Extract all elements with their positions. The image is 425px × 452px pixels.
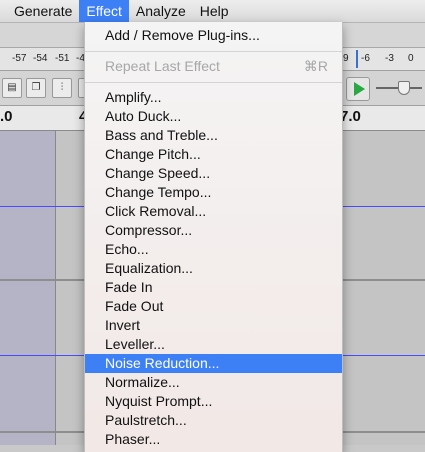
play-icon (354, 82, 365, 96)
menu-item-auto-duck[interactable]: Auto Duck... (85, 107, 342, 126)
paste-icon[interactable]: ▤ (2, 78, 22, 98)
meter-tick: 0 (408, 53, 414, 64)
ruler-label: .0 (0, 108, 13, 125)
menu-item-leveller[interactable]: Leveller... (85, 335, 342, 354)
play-button[interactable] (346, 77, 370, 101)
meter-tick: -54 (33, 53, 48, 64)
menu-item-fade-out[interactable]: Fade Out (85, 297, 342, 316)
copy-icon[interactable]: ❐ (26, 78, 46, 98)
ruler-label: 7.0 (340, 108, 361, 125)
menu-item-normalize[interactable]: Normalize... (85, 373, 342, 392)
meter-tick: 9 (343, 53, 349, 64)
menu-item-change-tempo[interactable]: Change Tempo... (85, 183, 342, 202)
track-control-panel[interactable] (0, 131, 56, 445)
meter-tick: -51 (55, 53, 70, 64)
menu-item-bass-and-treble[interactable]: Bass and Treble... (85, 126, 342, 145)
menu-item-fade-in[interactable]: Fade In (85, 278, 342, 297)
menu-item-add-remove-plugins[interactable]: Add / Remove Plug-ins... (85, 26, 342, 45)
menu-divider (85, 51, 342, 52)
menu-item-equalization[interactable]: Equalization... (85, 259, 342, 278)
menu-item-label: Add / Remove Plug-ins... (105, 27, 260, 43)
menu-effect[interactable]: Effect (79, 0, 129, 22)
menu-item-amplify[interactable]: Amplify... (85, 88, 342, 107)
menu-divider (85, 82, 342, 83)
menu-bar: Generate Effect Analyze Help (0, 0, 425, 23)
menu-generate[interactable]: Generate (0, 0, 79, 22)
menu-item-click-removal[interactable]: Click Removal... (85, 202, 342, 221)
menu-item-label: Repeat Last Effect (105, 58, 220, 74)
menu-item-change-pitch[interactable]: Change Pitch... (85, 145, 342, 164)
menu-item-change-speed[interactable]: Change Speed... (85, 164, 342, 183)
menu-item-noise-reduction[interactable]: Noise Reduction... (85, 354, 342, 373)
meter-tick: -3 (385, 53, 394, 64)
menu-item-nyquist-prompt[interactable]: Nyquist Prompt... (85, 392, 342, 411)
meter-cursor (356, 50, 358, 68)
menu-analyze[interactable]: Analyze (129, 0, 193, 22)
menu-help[interactable]: Help (193, 0, 236, 22)
menu-item-paulstretch[interactable]: Paulstretch... (85, 411, 342, 430)
trim-icon[interactable]: ⫶ (52, 78, 72, 98)
effect-menu: Add / Remove Plug-ins... Repeat Last Eff… (84, 22, 343, 452)
menu-item-phaser[interactable]: Phaser... (85, 430, 342, 449)
shortcut-label: ⌘R (303, 58, 328, 74)
meter-tick: -57 (12, 53, 27, 64)
menu-item-echo[interactable]: Echo... (85, 240, 342, 259)
meter-tick: -6 (361, 53, 370, 64)
menu-item-compressor[interactable]: Compressor... (85, 221, 342, 240)
menu-item-repeat-last-effect: Repeat Last Effect ⌘R (85, 57, 342, 76)
menu-item-invert[interactable]: Invert (85, 316, 342, 335)
slider-handle[interactable] (398, 81, 410, 95)
